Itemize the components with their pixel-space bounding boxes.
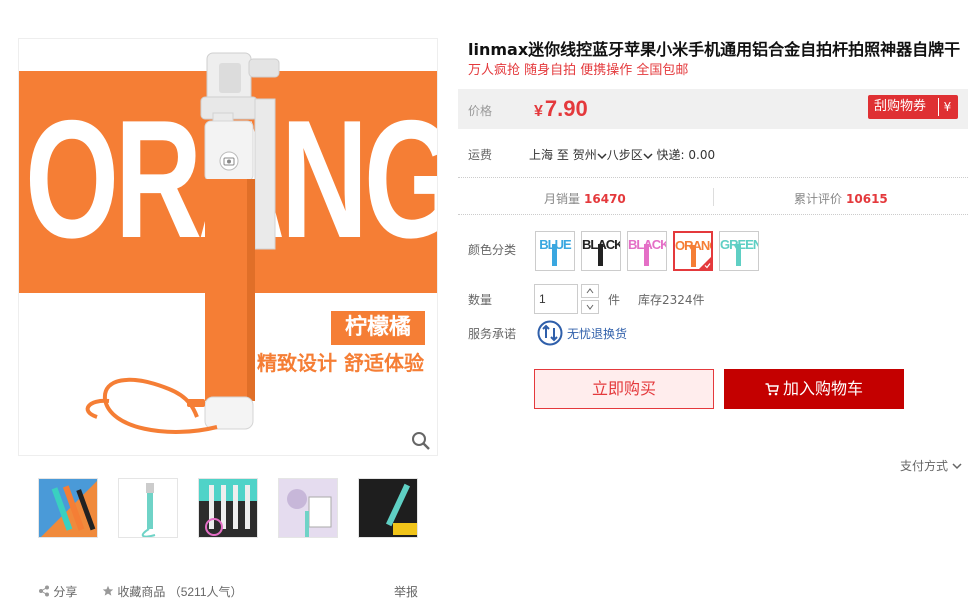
share-icon [39,585,49,597]
chevron-down-icon [597,152,607,159]
price-amount: 7.90 [544,96,588,121]
image-tag: 柠檬橘 [331,311,425,345]
quantity-increase-button[interactable] [581,284,599,298]
share-label: 分享 [53,585,78,599]
chevron-down-icon [643,152,653,159]
stats-bar: 月销量 16470 累计评价 10615 [458,177,968,215]
yen-icon: ¥ [938,98,956,116]
swatch-stick-graphic [598,244,603,266]
product-subtitle: 万人疯抢 随身自拍 便携操作 全国包邮 [468,63,689,78]
selected-check-icon [699,257,711,269]
thumbnail-4[interactable] [278,478,338,538]
monthly-sales-value: 16470 [584,192,626,206]
service-label: 服务承诺 [468,327,517,341]
main-product-image[interactable]: ORANGE 柠檬橘 精致设计 舒适体验 [18,38,438,456]
review-count[interactable]: 累计评价 10615 [794,190,888,207]
reviews-value: 10615 [846,192,888,206]
add-cart-label: 加入购物车 [782,379,863,398]
ship-city: 贺州 [572,148,597,162]
monthly-sales: 月销量 16470 [544,190,626,207]
coupon-button[interactable]: 刮购物券 ¥ [868,95,958,119]
color-swatch-blue[interactable]: BLUE [535,231,575,271]
quantity-decrease-button[interactable] [581,300,599,314]
thumbnail-1[interactable] [38,478,98,538]
share-row: 分享 收藏商品 （5211人气） 举报 [38,583,423,599]
share-link[interactable]: 分享 [38,583,77,600]
payment-method-toggle[interactable]: 支付方式 [900,457,962,474]
star-icon [102,585,114,596]
ship-district-select[interactable]: 八步区 [607,148,653,162]
payment-label: 支付方式 [900,459,949,473]
add-to-cart-button[interactable]: 加入购物车 [724,369,904,409]
color-swatch-green[interactable]: GREEN [719,231,759,271]
ship-from: 上海 [529,148,554,162]
coupon-label: 刮购物券 [874,99,927,114]
color-label: 颜色分类 [468,243,517,257]
swatch-stick-graphic [552,244,557,266]
shipping-label: 运费 [468,148,493,162]
thumbnail-strip [38,478,428,540]
swatch-stick-graphic [644,244,649,266]
price-value: ¥7.90 [534,96,588,122]
stock-count: 库存2324件 [638,293,705,307]
color-swatch-black[interactable]: BLACK [581,231,621,271]
price-panel: 价格 ¥7.90 刮购物券 ¥ [458,89,968,129]
reviews-label: 累计评价 [794,192,843,206]
shipping-line: 上海 至 贺州 八步区 快递: 0.00 [529,146,715,163]
return-exchange-icon [537,320,563,346]
ship-express: 快递: 0.00 [656,148,716,162]
chevron-down-icon [952,463,962,470]
swatch-stick-graphic [736,244,741,266]
product-title: linmax迷你线控蓝牙苹果小米手机通用铝合金自拍杆拍照神器自牌干 [468,40,961,59]
buy-now-button[interactable]: 立即购买 [534,369,714,409]
ship-to-word: 至 [556,148,569,162]
image-slogan: 精致设计 舒适体验 [257,351,424,375]
zoom-icon[interactable] [411,431,431,451]
favorite-label: 收藏商品 [117,585,166,599]
color-swatch-orange[interactable]: ORANGE [673,231,713,271]
swatch-stick-graphic [691,245,696,267]
quantity-unit: 件 [608,293,621,307]
monthly-sales-label: 月销量 [544,192,581,206]
cart-icon [765,383,779,396]
thumbnail-5[interactable] [358,478,418,538]
quantity-input[interactable] [534,284,578,314]
quantity-label: 数量 [468,293,493,307]
ship-city-select[interactable]: 贺州 [573,148,607,162]
selfie-stick-illustration [85,52,280,434]
ship-district: 八步区 [606,148,643,162]
currency-symbol: ¥ [534,103,543,120]
price-label: 价格 [468,104,493,118]
favorite-link[interactable]: 收藏商品 （5211人气） [102,583,243,600]
chevron-up-icon [586,288,594,294]
report-link[interactable]: 举报 [394,583,418,600]
favorite-count: （5211人气） [168,585,243,599]
thumbnail-3[interactable] [198,478,258,538]
thumbnail-2[interactable] [118,478,178,538]
color-swatch-black[interactable]: BLACK [627,231,667,271]
stats-divider [713,188,714,206]
chevron-down-icon [586,304,594,310]
service-text[interactable]: 无忧退换货 [567,325,627,342]
